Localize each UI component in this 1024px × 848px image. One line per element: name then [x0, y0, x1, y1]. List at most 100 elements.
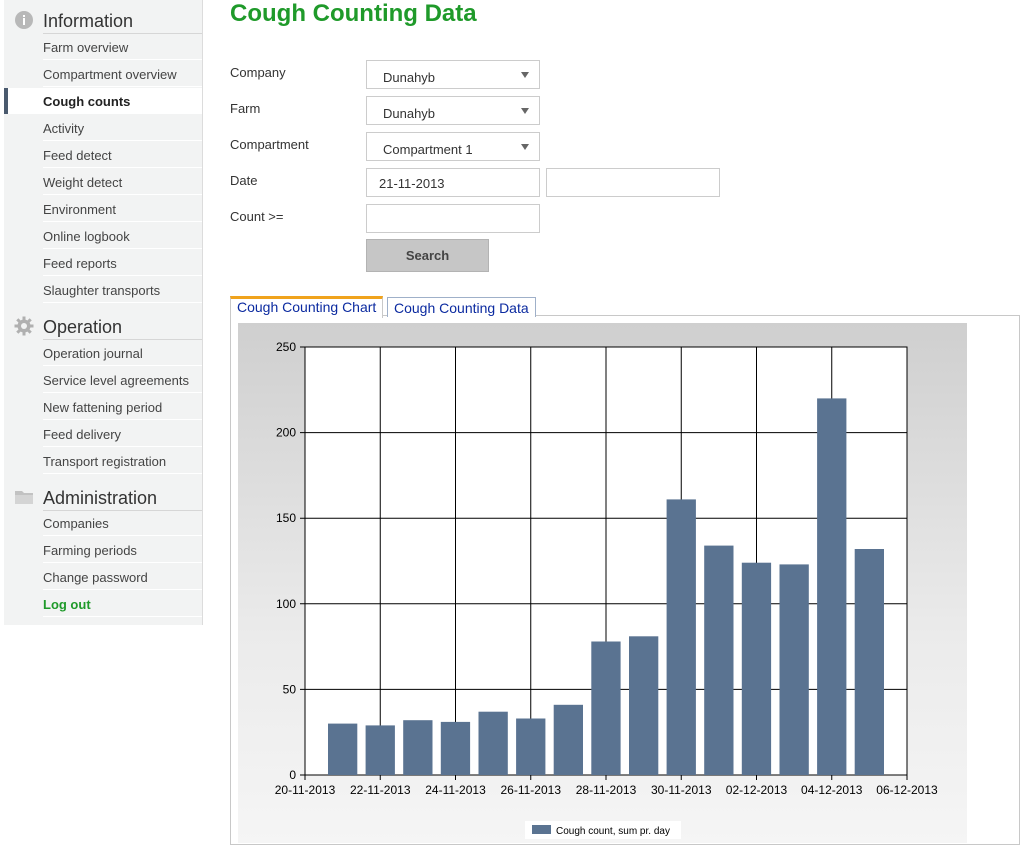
section-title: Operation: [43, 317, 123, 337]
bar: [854, 549, 884, 775]
sidebar-item-label: Cough counts: [43, 94, 131, 109]
chart-area: 0 50 100 150 200 250 20-11-2013 22-11-2013 24-11…: [238, 323, 967, 843]
bar: [403, 720, 433, 775]
sidebar-item-label: Environment: [43, 202, 116, 217]
company-select[interactable]: Dunahyb: [366, 60, 540, 89]
bar: [328, 723, 358, 775]
date-from-field[interactable]: 21-11-2013: [366, 168, 540, 197]
sidebar-item-label: Slaughter transports: [43, 283, 161, 298]
count-field[interactable]: [366, 204, 540, 233]
sidebar-item-label: Activity: [43, 121, 85, 136]
info-icon: [15, 11, 33, 29]
sidebar-item-label: Compartment overview: [43, 67, 177, 82]
farm-select[interactable]: Dunahyb: [366, 96, 540, 125]
sidebar-item-online-logbook[interactable]: Online logbook: [8, 223, 202, 249]
sidebar-item-label: Feed delivery: [43, 427, 122, 442]
sidebar-item-activity[interactable]: Activity: [8, 115, 202, 141]
sidebar-item-label: Feed reports: [43, 256, 117, 271]
section-title: Information: [43, 11, 134, 31]
tab-cough-counting-chart[interactable]: Cough Counting Chart: [230, 296, 384, 318]
y-tick-label: 100: [276, 597, 296, 611]
compartment-select[interactable]: Compartment 1: [366, 132, 540, 161]
bar: [704, 545, 734, 775]
x-tick-label: 26-11-2013: [501, 783, 562, 797]
sidebar-item-label: New fattening period: [43, 400, 163, 415]
bar: [817, 398, 847, 775]
compartment-label: Compartment: [230, 137, 309, 152]
farm-label: Farm: [230, 101, 261, 116]
x-tick-label: 28-11-2013: [576, 783, 637, 797]
folder-icon: [15, 491, 33, 504]
sidebar-item-feed-detect[interactable]: Feed detect: [8, 142, 202, 168]
chevron-down-icon: [521, 72, 529, 78]
sidebar-item-slaughter-transports[interactable]: Slaughter transports: [8, 277, 202, 303]
bar: [440, 721, 471, 775]
section-operation: Operation: [8, 310, 202, 340]
sidebar-item-new-fattening-period[interactable]: New fattening period: [8, 394, 202, 420]
bar: [741, 562, 772, 775]
sidebar-item-label: Companies: [43, 516, 109, 531]
bar: [365, 725, 395, 775]
sidebar-item-label: Farming periods: [43, 543, 137, 558]
legend-swatch: [532, 825, 551, 834]
sidebar-item-label: Feed detect: [43, 148, 112, 163]
legend-label: Cough count, sum pr. day: [556, 826, 670, 837]
sidebar-item-label: Service level agreements: [43, 373, 189, 388]
sidebar-item-feed-reports[interactable]: Feed reports: [8, 250, 202, 276]
x-tick-label: 30-11-2013: [651, 783, 712, 797]
sidebar-item-log-out[interactable]: Log out: [8, 591, 202, 617]
bar: [478, 711, 508, 775]
page-title: Cough Counting Data: [230, 0, 477, 27]
sidebar-item-environment[interactable]: Environment: [8, 196, 202, 222]
sidebar-item-label: Change password: [43, 570, 148, 585]
bar: [629, 636, 659, 775]
bar: [591, 641, 621, 775]
bar: [779, 564, 809, 775]
sidebar-item-cough-counts[interactable]: Cough counts: [4, 88, 202, 114]
sidebar-item-compartment-overview[interactable]: Compartment overview: [8, 61, 202, 87]
gear-icon: [14, 316, 34, 336]
sidebar-item-label: Farm overview: [43, 40, 129, 55]
y-tick-label: 0: [289, 768, 296, 782]
x-tick-label: 24-11-2013: [425, 783, 486, 797]
x-tick-label: 02-12-2013: [726, 783, 788, 797]
y-tick-label: 200: [276, 426, 296, 440]
chevron-down-icon: [521, 108, 529, 114]
count-label: Count >=: [230, 209, 284, 224]
chevron-down-icon: [521, 144, 529, 150]
date-to-field[interactable]: [546, 168, 720, 197]
company-select-value: Dunahyb: [383, 70, 436, 85]
sidebar-item-label: Online logbook: [43, 229, 130, 244]
y-tick-label: 250: [276, 340, 296, 354]
sidebar-item-operation-journal[interactable]: Operation journal: [8, 340, 202, 366]
y-tick-label: 150: [276, 511, 296, 525]
x-tick-label: 06-12-2013: [876, 783, 938, 797]
bar: [553, 704, 583, 775]
date-from-value: 21-11-2013: [379, 176, 445, 191]
search-button[interactable]: Search: [366, 239, 489, 272]
section-administration: Administration: [8, 481, 202, 511]
y-tick-label: 50: [283, 682, 297, 696]
sidebar: Information Farm overview Compartment ov…: [4, 0, 203, 625]
tab-cough-counting-data[interactable]: Cough Counting Data: [387, 297, 536, 317]
section-information: Information: [8, 4, 202, 34]
sidebar-item-label: Operation journal: [43, 346, 143, 361]
sidebar-item-service-level-agreements[interactable]: Service level agreements: [8, 367, 202, 393]
x-tick-label: 04-12-2013: [801, 783, 863, 797]
sidebar-item-label: Weight detect: [43, 175, 123, 190]
sidebar-item-farming-periods[interactable]: Farming periods: [8, 537, 202, 563]
sidebar-item-weight-detect[interactable]: Weight detect: [8, 169, 202, 195]
x-tick-label: 22-11-2013: [350, 783, 411, 797]
sidebar-item-farm-overview[interactable]: Farm overview: [8, 34, 202, 60]
sidebar-item-label: Log out: [43, 597, 91, 612]
bar: [666, 499, 696, 775]
company-label: Company: [230, 65, 286, 80]
farm-select-value: Dunahyb: [383, 106, 436, 121]
x-tick-label: 20-11-2013: [275, 783, 336, 797]
sidebar-item-feed-delivery[interactable]: Feed delivery: [8, 421, 202, 447]
sidebar-item-transport-registration[interactable]: Transport registration: [8, 448, 202, 474]
sidebar-item-companies[interactable]: Companies: [8, 510, 202, 536]
sidebar-item-label: Transport registration: [43, 454, 167, 469]
sidebar-item-change-password[interactable]: Change password: [8, 564, 202, 590]
date-label: Date: [230, 173, 258, 188]
